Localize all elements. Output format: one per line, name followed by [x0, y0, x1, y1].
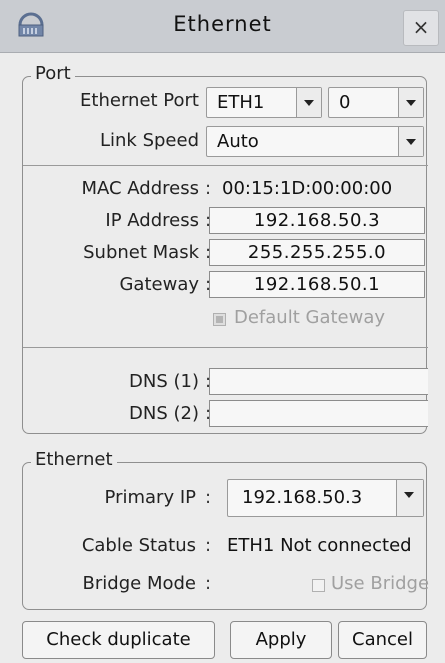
link-speed-select[interactable]: Auto — [206, 126, 424, 157]
dns1-input[interactable] — [209, 368, 428, 395]
window-title: Ethernet — [173, 12, 272, 36]
close-button[interactable]: × — [403, 10, 439, 46]
mac-address-value: 00:15:1D:00:00:00 — [222, 178, 393, 199]
divider — [23, 165, 428, 166]
port-index-value: 0 — [339, 92, 351, 113]
divider — [23, 347, 428, 348]
chevron-down-icon[interactable] — [396, 480, 423, 516]
bridge-mode-label: Bridge Mode — [82, 573, 196, 594]
gateway-label: Gateway — [119, 274, 199, 295]
link-speed-label: Link Speed — [99, 130, 199, 151]
subnet-mask-input[interactable]: 255.255.255.0 — [209, 239, 425, 266]
chevron-down-icon[interactable] — [398, 127, 423, 156]
separator: : — [205, 487, 212, 508]
ethernet-group: Ethernet Primary IP : 192.168.50.3 Cable… — [22, 449, 430, 610]
default-gateway-checkbox[interactable] — [213, 313, 226, 326]
ip-address-label: IP Address — [105, 210, 199, 231]
primary-ip-value: 192.168.50.3 — [242, 487, 363, 508]
port-group: Port Ethernet Port : ETH1 0 Link Speed :… — [22, 63, 428, 434]
use-bridge-label: Use Bridge — [331, 573, 430, 594]
ethernet-port-label: Ethernet Port — [80, 90, 199, 111]
dns2-label: DNS (2) — [129, 403, 199, 424]
gateway-input[interactable]: 192.168.50.1 — [209, 271, 425, 298]
dns2-input[interactable] — [209, 400, 428, 427]
primary-ip-select[interactable]: 192.168.50.3 — [227, 479, 424, 517]
cancel-button[interactable]: Cancel — [338, 621, 427, 659]
ethernet-group-title: Ethernet — [31, 449, 117, 470]
ethernet-port-select[interactable]: ETH1 — [206, 87, 322, 118]
link-speed-value: Auto — [217, 131, 259, 152]
chevron-down-icon[interactable] — [398, 88, 423, 117]
cable-status-label: Cable Status — [81, 535, 196, 556]
default-gateway-label: Default Gateway — [234, 307, 386, 328]
port-group-title: Port — [31, 63, 75, 84]
use-bridge-checkbox[interactable] — [312, 579, 325, 592]
cable-status-value: ETH1 Not connected — [227, 535, 412, 556]
subnet-mask-label: Subnet Mask — [83, 242, 199, 263]
port-index-select[interactable]: 0 — [328, 87, 424, 118]
primary-ip-label: Primary IP — [104, 487, 196, 508]
apply-button[interactable]: Apply — [230, 621, 332, 659]
separator: : — [205, 178, 212, 199]
mac-address-label: MAC Address — [81, 178, 199, 199]
separator: : — [205, 535, 212, 556]
ethernet-port-value: ETH1 — [217, 92, 265, 113]
chevron-down-icon[interactable] — [296, 88, 321, 117]
check-duplicate-button[interactable]: Check duplicate — [22, 621, 215, 659]
ip-address-input[interactable]: 192.168.50.3 — [209, 207, 425, 234]
separator: : — [205, 573, 212, 594]
title-bar: Ethernet × — [0, 0, 445, 53]
dns1-label: DNS (1) — [129, 371, 199, 392]
